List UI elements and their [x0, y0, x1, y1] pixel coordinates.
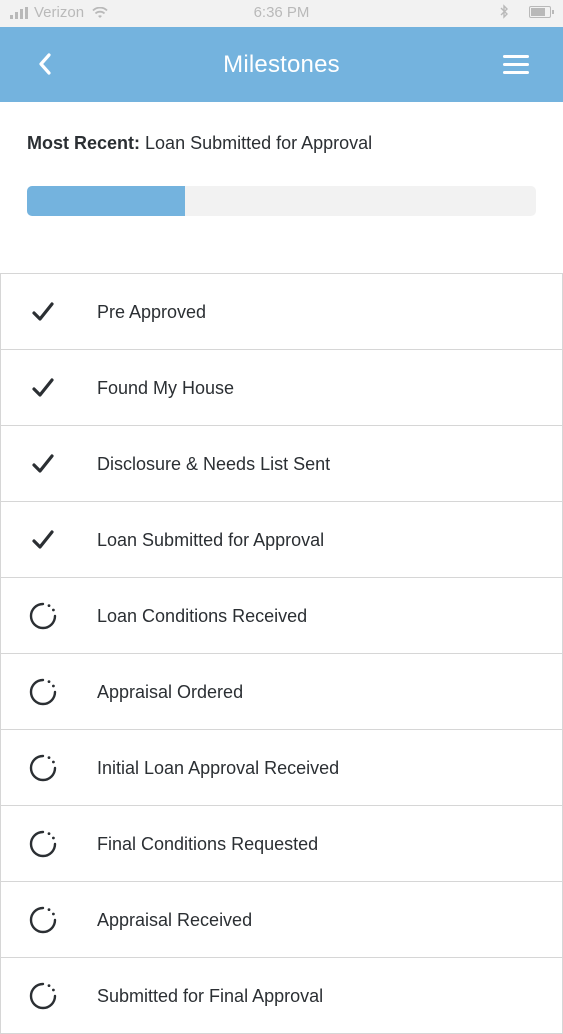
- milestone-list: Pre Approved Found My House Disclosure & N…: [0, 273, 563, 1034]
- status-bar: Verizon 6:36 PM: [0, 0, 563, 27]
- milestone-progress-bar: [27, 186, 536, 216]
- checkmark-icon: [27, 524, 59, 556]
- milestone-row[interactable]: Submitted for Final Approval: [1, 958, 562, 1034]
- milestone-label: Appraisal Ordered: [97, 682, 244, 702]
- checkmark-icon: [27, 296, 59, 328]
- milestone-row[interactable]: Found My House: [1, 350, 562, 426]
- milestone-row[interactable]: Pre Approved: [1, 274, 562, 350]
- milestone-label: Submitted for Final Approval: [97, 986, 324, 1006]
- page-title: Milestones: [223, 51, 340, 78]
- most-recent-milestone: Most Recent: Loan Submitted for Approval: [27, 133, 372, 154]
- milestone-label: Found My House: [97, 378, 235, 398]
- milestone-row[interactable]: Initial Loan Approval Received: [1, 730, 562, 806]
- nav-bar: Milestones: [0, 27, 563, 102]
- most-recent-label: Most Recent:: [27, 133, 141, 153]
- hamburger-menu-icon: [503, 55, 529, 58]
- status-right: [499, 4, 554, 19]
- milestone-label: Loan Conditions Received: [97, 606, 308, 626]
- bluetooth-icon: [500, 4, 508, 19]
- checkmark-icon: [27, 372, 59, 404]
- pending-spinner-icon: [27, 752, 59, 784]
- milestone-row[interactable]: Appraisal Received: [1, 882, 562, 958]
- milestone-label: Disclosure & Needs List Sent: [97, 454, 331, 474]
- pending-spinner-icon: [27, 828, 59, 860]
- milestone-row[interactable]: Loan Submitted for Approval: [1, 502, 562, 578]
- pending-spinner-icon: [27, 676, 59, 708]
- status-time: 6:36 PM: [253, 4, 310, 21]
- milestone-row[interactable]: Appraisal Ordered: [1, 654, 562, 730]
- pending-spinner-icon: [27, 904, 59, 936]
- checkmark-icon: [27, 448, 59, 480]
- battery-icon: [529, 5, 554, 18]
- pending-spinner-icon: [27, 600, 59, 632]
- most-recent-value: Loan Submitted for Approval: [145, 133, 373, 153]
- milestone-label: Initial Loan Approval Received: [97, 758, 340, 778]
- milestone-label: Pre Approved: [97, 302, 207, 322]
- milestone-label: Appraisal Received: [97, 910, 253, 930]
- milestone-row[interactable]: Disclosure & Needs List Sent: [1, 426, 562, 502]
- milestone-row[interactable]: Final Conditions Requested: [1, 806, 562, 882]
- menu-button[interactable]: [499, 52, 533, 78]
- progress-fill: [27, 186, 185, 216]
- milestone-label: Final Conditions Requested: [97, 834, 319, 854]
- milestone-label: Loan Submitted for Approval: [97, 530, 325, 550]
- pending-spinner-icon: [27, 980, 59, 1012]
- milestone-row[interactable]: Loan Conditions Received: [1, 578, 562, 654]
